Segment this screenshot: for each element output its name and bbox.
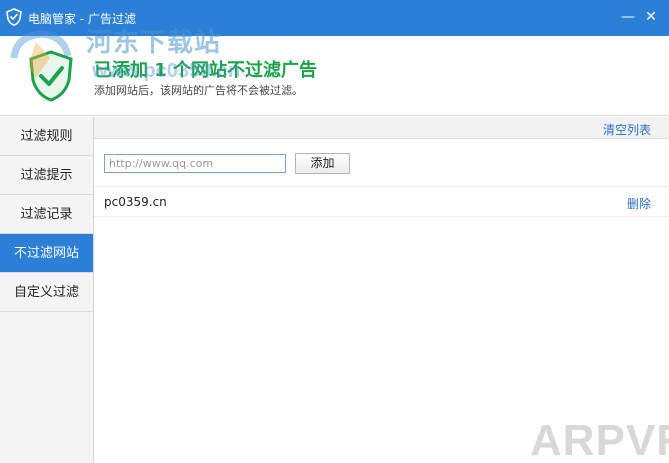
minimize-button[interactable]: — xyxy=(617,6,639,28)
site-url-input[interactable] xyxy=(104,154,286,173)
close-button[interactable]: ✕ xyxy=(640,6,662,28)
status-subtitle: 添加网站后，该网站的广告将不会被过滤。 xyxy=(94,84,303,97)
list-item: pc0359.cn 删除 xyxy=(94,187,669,217)
sidebar-item-filter-records[interactable]: 过滤记录 xyxy=(0,195,93,234)
watermark-logo-icon xyxy=(10,30,72,78)
add-site-button[interactable]: 添加 xyxy=(295,153,350,174)
site-domain: pc0359.cn xyxy=(104,195,167,209)
list-toolbar: 清空列表 xyxy=(94,117,669,139)
sidebar: 过滤规则 过滤提示 过滤记录 不过滤网站 自定义过滤 xyxy=(0,117,94,463)
clear-list-link[interactable]: 清空列表 xyxy=(603,121,651,138)
pc-manager-logo-icon xyxy=(6,8,22,26)
sidebar-item-unfiltered-sites[interactable]: 不过滤网站 xyxy=(0,234,93,273)
sidebar-item-custom-filter[interactable]: 自定义过滤 xyxy=(0,273,93,312)
sidebar-item-filter-prompts[interactable]: 过滤提示 xyxy=(0,156,93,195)
main-panel: 清空列表 添加 pc0359.cn 删除 xyxy=(94,117,669,463)
watermark-site-url: www.pc0359.cn xyxy=(92,60,241,82)
watermark-site-name: 河东下载站 xyxy=(86,27,222,57)
sidebar-item-filter-rules[interactable]: 过滤规则 xyxy=(0,117,93,156)
watermark-corner: ARPVR xyxy=(530,416,669,463)
delete-site-link[interactable]: 删除 xyxy=(627,195,651,212)
